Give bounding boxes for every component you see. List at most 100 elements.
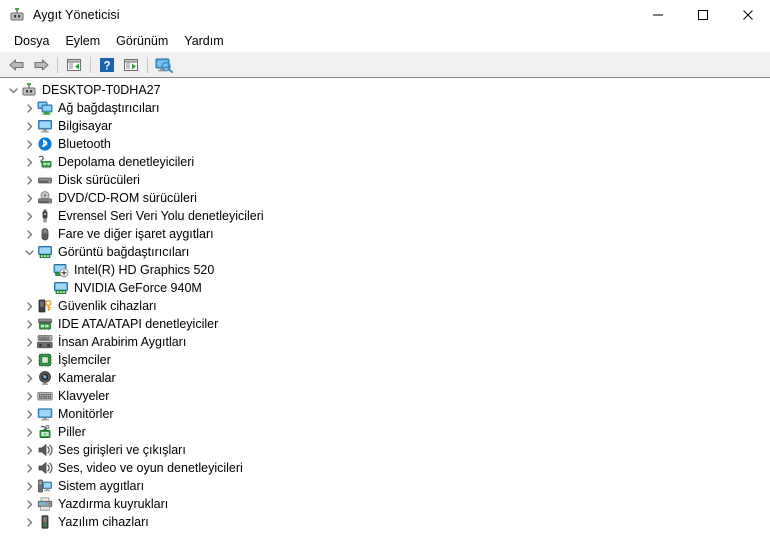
update-driver-button[interactable] xyxy=(119,54,143,76)
menu-bar: Dosya Eylem Görünüm Yardım xyxy=(0,30,770,52)
tree-leaf-nvidia-geforce[interactable]: NVIDIA GeForce 940M xyxy=(0,279,770,297)
tree-node-label: İnsan Arabirim Aygıtları xyxy=(58,335,187,349)
tree-node-keyboards[interactable]: Klavyeler xyxy=(0,387,770,405)
tree-node-ide-controllers[interactable]: IDE ATA/ATAPI denetleyiciler xyxy=(0,315,770,333)
device-manager-icon xyxy=(9,7,25,23)
chevron-right-icon[interactable] xyxy=(21,459,37,477)
device-tree[interactable]: DESKTOP-T0DHA27 Ağ bağdaştırıcıları Bilg… xyxy=(0,78,770,538)
tree-node-audio-inputs-outputs[interactable]: Ses girişleri ve çıkışları xyxy=(0,441,770,459)
tree-node-processors[interactable]: İşlemciler xyxy=(0,351,770,369)
menu-item-dosya[interactable]: Dosya xyxy=(6,32,57,50)
bluetooth-icon xyxy=(37,136,53,152)
menu-item-eylem[interactable]: Eylem xyxy=(57,32,108,50)
keyboard-icon xyxy=(37,388,53,404)
tree-node-label: Güvenlik cihazları xyxy=(58,299,157,313)
forward-button[interactable] xyxy=(29,54,53,76)
tree-node-label: Yazdırma kuyrukları xyxy=(58,497,169,511)
usb-controller-icon xyxy=(37,208,53,224)
menu-item-gorunum[interactable]: Görünüm xyxy=(108,32,176,50)
tree-node-label: IDE ATA/ATAPI denetleyiciler xyxy=(58,317,219,331)
tree-leaf-label: Intel(R) HD Graphics 520 xyxy=(74,263,215,277)
tree-leaf-intel-hd-graphics[interactable]: Intel(R) HD Graphics 520 xyxy=(0,261,770,279)
tree-node-batteries[interactable]: Piller xyxy=(0,423,770,441)
chevron-right-icon[interactable] xyxy=(21,189,37,207)
tree-node-disk-drives[interactable]: Disk sürücüleri xyxy=(0,171,770,189)
chevron-right-icon[interactable] xyxy=(21,441,37,459)
tree-node-security-devices[interactable]: Güvenlik cihazları xyxy=(0,297,770,315)
software-device-icon xyxy=(37,514,53,530)
chevron-down-icon[interactable] xyxy=(5,81,21,99)
tree-node-network-adapters[interactable]: Ağ bağdaştırıcıları xyxy=(0,99,770,117)
tree-node-usb-controllers[interactable]: Evrensel Seri Veri Yolu denetleyicileri xyxy=(0,207,770,225)
close-button[interactable] xyxy=(725,0,770,30)
toolbar-separator-2 xyxy=(90,56,91,73)
tree-node-print-queues[interactable]: Yazdırma kuyrukları xyxy=(0,495,770,513)
tree-node-dvd-drives[interactable]: DVD/CD-ROM sürücüleri xyxy=(0,189,770,207)
toolbar-separator-3 xyxy=(147,56,148,73)
disk-drive-icon xyxy=(37,172,53,188)
hid-icon xyxy=(37,334,53,350)
tree-node-bluetooth[interactable]: Bluetooth xyxy=(0,135,770,153)
display-adapter-icon xyxy=(37,244,53,260)
tree-node-display-adapters[interactable]: Görüntü bağdaştırıcıları xyxy=(0,243,770,261)
properties-button[interactable] xyxy=(62,54,86,76)
tree-node-software-devices[interactable]: Yazılım cihazları xyxy=(0,513,770,531)
maximize-button[interactable] xyxy=(680,0,725,30)
tree-root-label: DESKTOP-T0DHA27 xyxy=(42,83,161,97)
tree-node-label: Bluetooth xyxy=(58,137,111,151)
tree-node-label: Evrensel Seri Veri Yolu denetleyicileri xyxy=(58,209,264,223)
minimize-button[interactable] xyxy=(635,0,680,30)
chevron-right-icon[interactable] xyxy=(21,351,37,369)
tree-node-label: Piller xyxy=(58,425,86,439)
tree-node-cameras[interactable]: Kameralar xyxy=(0,369,770,387)
tree-root-node[interactable]: DESKTOP-T0DHA27 xyxy=(0,81,770,99)
tree-node-label: İşlemciler xyxy=(58,353,111,367)
toolbar-separator-1 xyxy=(57,56,58,73)
chevron-right-icon[interactable] xyxy=(21,207,37,225)
tree-node-storage-controllers[interactable]: Depolama denetleyicileri xyxy=(0,153,770,171)
chevron-right-icon[interactable] xyxy=(21,369,37,387)
chevron-right-icon[interactable] xyxy=(21,153,37,171)
tree-node-label: Sistem aygıtları xyxy=(58,479,145,493)
help-icon: ? xyxy=(100,57,114,72)
tree-node-hid[interactable]: İnsan Arabirim Aygıtları xyxy=(0,333,770,351)
chevron-right-icon[interactable] xyxy=(21,315,37,333)
chevron-right-icon[interactable] xyxy=(21,405,37,423)
tree-node-label: Disk sürücüleri xyxy=(58,173,140,187)
device-manager-window: Aygıt Yöneticisi Dosya Eylem Görünüm Yar… xyxy=(0,0,770,538)
chevron-right-icon[interactable] xyxy=(21,513,37,531)
chevron-right-icon[interactable] xyxy=(21,333,37,351)
chevron-right-icon[interactable] xyxy=(21,99,37,117)
tree-node-mice[interactable]: Fare ve diğer işaret aygıtları xyxy=(0,225,770,243)
tree-node-label: Görüntü bağdaştırıcıları xyxy=(58,245,190,259)
help-button[interactable]: ? xyxy=(95,54,119,76)
window-title: Aygıt Yöneticisi xyxy=(33,8,120,22)
tree-node-label: Depolama denetleyicileri xyxy=(58,155,195,169)
maximize-icon xyxy=(697,10,708,20)
chevron-right-icon[interactable] xyxy=(21,297,37,315)
chevron-right-icon[interactable] xyxy=(21,117,37,135)
tree-node-system-devices[interactable]: Sistem aygıtları xyxy=(0,477,770,495)
dvd-drive-icon xyxy=(37,190,53,206)
tree-node-computer[interactable]: Bilgisayar xyxy=(0,117,770,135)
menu-item-yardim[interactable]: Yardım xyxy=(176,32,231,50)
tree-node-label: Fare ve diğer işaret aygıtları xyxy=(58,227,214,241)
tree-node-label: Ağ bağdaştırıcıları xyxy=(58,101,160,115)
scan-hardware-button[interactable] xyxy=(152,54,176,76)
chevron-right-icon[interactable] xyxy=(21,135,37,153)
back-button[interactable] xyxy=(5,54,29,76)
chevron-right-icon[interactable] xyxy=(21,171,37,189)
tree-node-label: Klavyeler xyxy=(58,389,110,403)
title-bar: Aygıt Yöneticisi xyxy=(0,0,770,30)
chevron-down-icon[interactable] xyxy=(21,243,37,261)
chevron-right-icon[interactable] xyxy=(21,495,37,513)
scan-hardware-icon xyxy=(155,58,173,73)
tree-node-label: Ses, video ve oyun denetleyicileri xyxy=(58,461,243,475)
battery-icon xyxy=(37,424,53,440)
tree-node-sound-video-game-controllers[interactable]: Ses, video ve oyun denetleyicileri xyxy=(0,459,770,477)
tree-node-monitors[interactable]: Monitörler xyxy=(0,405,770,423)
chevron-right-icon[interactable] xyxy=(21,477,37,495)
chevron-right-icon[interactable] xyxy=(21,387,37,405)
chevron-right-icon[interactable] xyxy=(21,225,37,243)
chevron-right-icon[interactable] xyxy=(21,423,37,441)
